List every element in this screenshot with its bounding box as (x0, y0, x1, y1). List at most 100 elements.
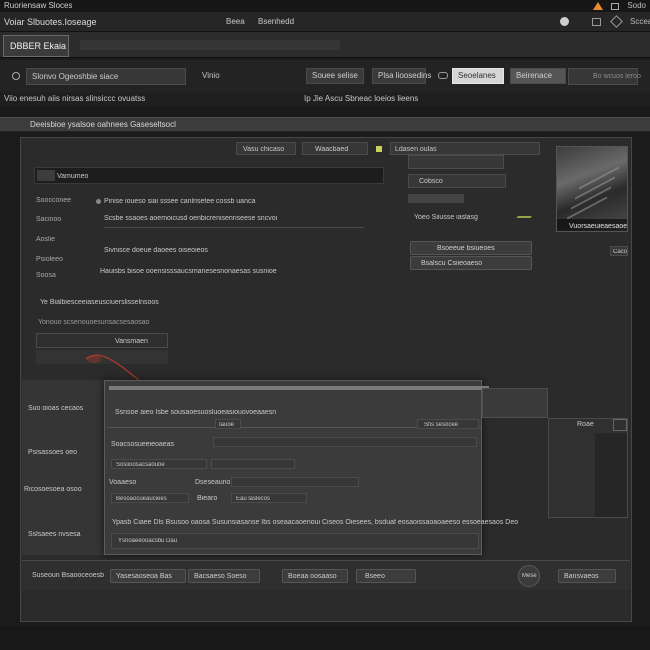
filter-chip-c[interactable]: Ldasen oulas (390, 142, 540, 155)
location-icon (12, 72, 20, 80)
account-icon[interactable] (560, 17, 569, 26)
section-title: Deeisbioe ysalsoe oahnees Gaseseltsocl (30, 121, 176, 129)
link-icon[interactable] (438, 72, 448, 79)
bottom-button-2-label: Bacsaeso Soeso (194, 573, 247, 580)
location-field[interactable]: Slonvo Ogeoshbie siace (26, 68, 186, 85)
dialog-sidebar-item-1[interactable]: Psisassoes oeo (28, 449, 77, 456)
right-field-text: Cobsco (419, 178, 443, 185)
dialog-footer-label: Ysnoaeeooacsbu Dau (118, 538, 178, 544)
menu-item-2[interactable]: Scceahs (630, 18, 650, 26)
status-dot-icon (376, 146, 382, 152)
dialog-f4c-field[interactable]: Eau laslecos (231, 493, 307, 503)
bottom-button-2[interactable]: Bacsaeso Soeso (188, 569, 260, 583)
dialog-f3-field[interactable] (231, 477, 359, 487)
row-text-4: Hauisbs bisoe ooensisssaucsmanesesnonaes… (100, 268, 277, 275)
dialog-f4a[interactable]: Besoaocueauciees (111, 493, 189, 503)
bottom-button-6[interactable]: Bansvaeos (558, 569, 616, 583)
right-button-2[interactable]: Bsalscu Csiieoaeso (410, 256, 532, 270)
search-input[interactable]: Bo wcuos leroo (568, 68, 641, 85)
dialog-f2[interactable]: Sosiioosacsaouoe (111, 459, 207, 469)
note-text: Yonouo scsenouoesunsacsesaosao (38, 319, 150, 326)
right-bar (408, 194, 464, 203)
name-field[interactable]: Vamumeo (34, 167, 384, 184)
dialog-f1-button[interactable]: Iauoe (215, 419, 241, 429)
menu-bar: Voiar Slbuotes.Ioseage Beea Bsenhedd Scc… (0, 12, 650, 32)
sort-dropdown[interactable]: Souee selise (306, 68, 364, 84)
close-icon[interactable] (613, 419, 627, 431)
bottom-label: Suseoun Bsaooceoesb (32, 572, 104, 579)
secondary-button-label: Beirenace (516, 72, 553, 80)
app-title: Voiar Slbuotes.Ioseage (4, 18, 97, 27)
toolbar: Slonvo Ogeoshbie siace Vinio Souee selis… (0, 60, 650, 92)
combo-text: Vansmaen (115, 338, 148, 345)
filter-chip-b[interactable]: Waacbaed (302, 142, 368, 155)
primary-button[interactable]: Seoelanes (452, 68, 504, 84)
tab-label: DBBER Ekaia (10, 42, 67, 51)
window-title: Ruoriensaw Sloces (4, 2, 73, 10)
dialog-progress-bar (109, 386, 489, 390)
address-right: Ip Jie Ascu Sbneac loeios lieens (304, 95, 419, 103)
row-text-1: Pinise ioueso siai sssee canlrisetee cos… (104, 198, 256, 205)
view-label[interactable]: Vinio (202, 72, 220, 80)
row-label-1: Sacinoo (36, 216, 62, 223)
dialog-f1-right[interactable]: Sfis sesocee (417, 419, 479, 429)
filter-chip-b-label: Waacbaed (315, 146, 349, 153)
tab-active[interactable]: DBBER Ekaia (3, 35, 69, 57)
dialog-footer-field[interactable]: Ysnoaeeooacsbu Dau (111, 533, 479, 549)
dialog-right-panel (482, 388, 548, 418)
dialog-f3b: Dseseauno (195, 479, 231, 486)
location-text: Slonvo Ogeoshbie siace (32, 73, 119, 81)
bottom-button-3[interactable]: Boeaa oosaaso (282, 569, 348, 583)
dialog-f1-label: Soacsosueeieoaeas (111, 441, 175, 448)
bottom-button-4-label: Bseeo (365, 573, 385, 580)
filter-button[interactable]: Plsa lioosedins (372, 68, 431, 84)
dialog-f4a-label: Besoaocueauciees (116, 496, 167, 502)
dialog-f4b: Biearo (197, 495, 218, 502)
tab-placeholder (80, 40, 340, 50)
bottom-circle-button[interactable]: Mese (518, 565, 540, 587)
filter-chip-a[interactable]: Vasu chicaso (236, 142, 296, 155)
bottom-bar: Suseoun Bsaooceoesb Yasesaoseoa Bas Bacs… (22, 560, 630, 590)
address-row: Viio enesuh aiis nirsas slinsiccc ovuats… (0, 92, 650, 106)
thumb-caption: Vuorsaeuieaesaoe (569, 223, 628, 230)
right-field[interactable]: Cobsco (408, 174, 506, 188)
thumb-button[interactable]: Caco (610, 246, 628, 256)
dialog-f2b[interactable] (211, 459, 295, 469)
shield-icon[interactable] (610, 15, 623, 28)
bottom-button-1[interactable]: Yasesaoseoa Bas (110, 569, 186, 583)
dialog-long-text: Ypasb Ciaee Dls Bsusoo oaosa Susunsiasan… (112, 519, 519, 526)
right-button-2-label: Bsalscu Csiieoaeso (421, 260, 483, 267)
footer-strip (0, 626, 650, 650)
dialog-f2-bar[interactable] (213, 437, 477, 447)
right-pane-preview (595, 433, 627, 517)
search-placeholder: Bo wcuos leroo (593, 73, 641, 80)
dialog-sidebar-item-0[interactable]: Suo oioas cecaos (28, 405, 83, 412)
row-label-4: Soosa (36, 272, 56, 279)
right-button-1[interactable]: Bsoeeue bsiueoes (410, 241, 532, 255)
window-menu-icon[interactable] (611, 2, 620, 10)
primary-button-label: Seoelanes (458, 72, 496, 80)
thumb-button-label: Caco (613, 249, 628, 255)
dialog-sidebar-item-3[interactable]: Sslsaees nvsesa (28, 531, 81, 538)
menu-item-1[interactable]: Bsenhedd (258, 18, 294, 26)
window-right-label: Sodo (627, 2, 646, 10)
row-label-2: Aoslie (36, 236, 56, 243)
dialog-f1-button-label: Iauoe (219, 422, 235, 428)
right-button-1-label: Bsoeeue bsiueoes (437, 245, 495, 252)
dialog-sidebar: Suo oioas cecaos Psisassoes oeo Ricosoes… (22, 380, 104, 555)
bottom-button-3-label: Boeaa oosaaso (288, 573, 337, 580)
secondary-button[interactable]: Beirenace (510, 68, 566, 84)
right-blank-field[interactable] (408, 155, 504, 169)
row-label-3: Psioleeo (36, 256, 63, 263)
window-controls: Sodo (593, 1, 646, 11)
menu-item-0[interactable]: Beea (226, 18, 245, 26)
photo-thumbnail[interactable]: Vuorsaeuieaesaoe (556, 146, 628, 232)
bottom-circle-label: Mese (522, 573, 537, 579)
filter-text: Plsa lioosedins (378, 72, 432, 80)
row-text-2: Scsbe ssaoes aoemoicusd oenbicrenisenris… (104, 215, 278, 222)
dialog-sidebar-item-2[interactable]: Ricosoesoea osoo (24, 486, 82, 493)
bottom-button-4[interactable]: Bseeo (356, 569, 416, 583)
settings-icon[interactable] (592, 18, 601, 26)
address-path[interactable]: Viio enesuh aiis nirsas slinsiccc ovuats… (4, 95, 230, 103)
annotation-arrow-icon (85, 354, 141, 382)
